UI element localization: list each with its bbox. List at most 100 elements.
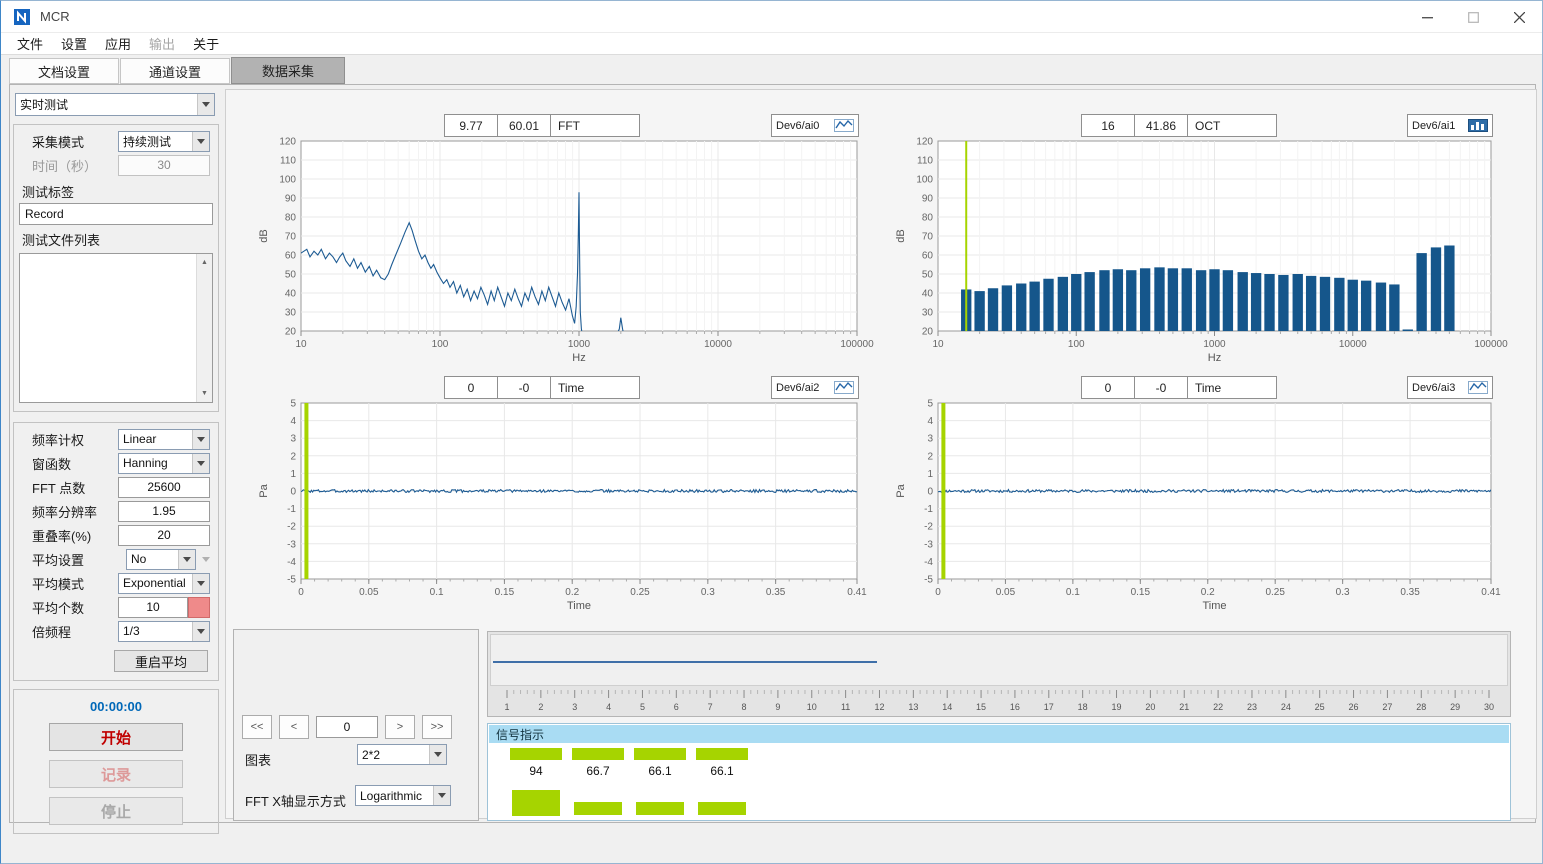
signal-bottom-bar bbox=[574, 802, 622, 815]
menu-output: 输出 bbox=[140, 32, 184, 55]
svg-text:0.1: 0.1 bbox=[1066, 587, 1080, 598]
chevron-down-icon bbox=[429, 745, 446, 764]
overlap-percent-label: 重叠率(%) bbox=[32, 526, 118, 545]
average-mode-row: 平均模式Exponential bbox=[16, 571, 216, 595]
acquisition-mode-label: 采集模式 bbox=[32, 132, 118, 151]
svg-text:19: 19 bbox=[1112, 702, 1122, 712]
svg-text:0: 0 bbox=[927, 487, 933, 498]
duration-seconds-row: 时间（秒）30 bbox=[16, 153, 216, 177]
file-list-caption: 测试文件列表 bbox=[22, 230, 214, 249]
chevron-down-icon bbox=[192, 454, 209, 473]
first-page-button[interactable]: << bbox=[242, 715, 272, 739]
analysis-settings-group: 频率计权Linear窗函数HanningFFT 点数25600频率分辨率1.95… bbox=[13, 422, 219, 681]
menu-settings[interactable]: 设置 bbox=[52, 32, 96, 55]
menu-file[interactable]: 文件 bbox=[8, 32, 52, 55]
octave-fraction-select[interactable]: 1/3 bbox=[118, 621, 210, 642]
svg-text:17: 17 bbox=[1044, 702, 1054, 712]
svg-text:-2: -2 bbox=[287, 522, 296, 533]
svg-text:40: 40 bbox=[922, 289, 934, 300]
last-page-button[interactable]: >> bbox=[422, 715, 452, 739]
svg-text:80: 80 bbox=[922, 213, 934, 224]
svg-text:0.15: 0.15 bbox=[495, 587, 515, 598]
prev-page-button[interactable]: < bbox=[279, 715, 309, 739]
elapsed-time: 00:00:00 bbox=[16, 699, 216, 714]
fft-points-row: FFT 点数25600 bbox=[16, 475, 216, 499]
signal-bottom-bar bbox=[636, 802, 684, 815]
fft-chart[interactable]: 2030405060708090100110120101001000100001… bbox=[233, 97, 889, 367]
svg-text:50: 50 bbox=[922, 270, 934, 281]
minimize-icon[interactable] bbox=[1404, 1, 1450, 33]
tab-document-settings[interactable]: 文档设置 bbox=[9, 58, 119, 84]
scroll-down-icon[interactable]: ▼ bbox=[197, 386, 212, 401]
test-label-caption: 测试标签 bbox=[22, 182, 214, 201]
title-bar: MCR bbox=[1, 1, 1542, 33]
time-chart-ai3[interactable]: -5-4-3-2-101234500.050.10.150.20.250.30.… bbox=[870, 359, 1526, 621]
svg-text:21: 21 bbox=[1179, 702, 1189, 712]
average-mode-select[interactable]: Exponential bbox=[118, 573, 210, 594]
svg-text:28: 28 bbox=[1416, 702, 1426, 712]
chart-layout-select[interactable]: 2*2 bbox=[357, 744, 447, 765]
svg-text:0.25: 0.25 bbox=[630, 587, 650, 598]
fft-points-label: FFT 点数 bbox=[32, 478, 118, 497]
svg-text:15: 15 bbox=[976, 702, 986, 712]
time-chart-ai2[interactable]: -5-4-3-2-101234500.050.10.150.20.250.30.… bbox=[233, 359, 889, 621]
test-type-select[interactable]: 实时测试 bbox=[15, 93, 215, 116]
svg-text:0.35: 0.35 bbox=[1400, 587, 1420, 598]
menu-apply[interactable]: 应用 bbox=[96, 32, 140, 55]
menu-about[interactable]: 关于 bbox=[184, 32, 228, 55]
window-function-select[interactable]: Hanning bbox=[118, 453, 210, 474]
scroll-up-icon[interactable]: ▲ bbox=[197, 255, 212, 270]
svg-text:0.35: 0.35 bbox=[766, 587, 786, 598]
acquisition-mode-select[interactable]: 持续测试 bbox=[118, 131, 210, 152]
start-button[interactable]: 开始 bbox=[49, 723, 183, 751]
app-window: MCR 文件设置应用输出关于 文档设置通道设置数据采集 实时测试 采集模式持续测… bbox=[0, 0, 1543, 864]
svg-text:-4: -4 bbox=[287, 557, 296, 568]
maximize-icon[interactable] bbox=[1450, 1, 1496, 33]
svg-text:22: 22 bbox=[1213, 702, 1223, 712]
timeline-strip[interactable]: 1234567891011121314151617181920212223242… bbox=[487, 631, 1511, 717]
svg-text:100: 100 bbox=[1068, 339, 1085, 350]
page-number-input[interactable]: 0 bbox=[316, 716, 378, 738]
frequency-resolution-input[interactable]: 1.95 bbox=[118, 501, 210, 522]
svg-text:70: 70 bbox=[285, 232, 297, 243]
duration-seconds-label: 时间（秒） bbox=[32, 156, 118, 175]
svg-text:-1: -1 bbox=[924, 504, 933, 515]
svg-text:70: 70 bbox=[922, 232, 934, 243]
test-label-input[interactable]: Record bbox=[19, 203, 213, 225]
scrollbar[interactable]: ▲ ▼ bbox=[196, 254, 212, 402]
svg-text:5: 5 bbox=[640, 702, 645, 712]
signal-level-value: 94 bbox=[510, 764, 562, 778]
acquisition-mode-row: 采集模式持续测试 bbox=[16, 129, 216, 153]
octave-fraction-row: 倍频程1/3 bbox=[16, 619, 216, 643]
svg-text:0: 0 bbox=[935, 587, 941, 598]
svg-text:13: 13 bbox=[908, 702, 918, 712]
svg-text:1: 1 bbox=[504, 702, 509, 712]
window-function-row: 窗函数Hanning bbox=[16, 451, 216, 475]
frequency-weighting-select[interactable]: Linear bbox=[118, 429, 210, 450]
timeline-ruler: 1234567891011121314151617181920212223242… bbox=[490, 688, 1506, 716]
sidebar: 实时测试 采集模式持续测试时间（秒）30 测试标签 Record 测试文件列表 … bbox=[13, 93, 219, 834]
chevron-down-icon bbox=[192, 574, 209, 593]
octave-fraction-select-value: 1/3 bbox=[119, 624, 192, 638]
svg-text:1000: 1000 bbox=[568, 339, 591, 350]
average-setting-select[interactable]: No bbox=[126, 549, 196, 570]
svg-text:18: 18 bbox=[1078, 702, 1088, 712]
test-file-list[interactable]: ▲ ▼ bbox=[19, 253, 213, 403]
average-setting-row: 平均设置No bbox=[16, 547, 216, 571]
tab-channel-settings[interactable]: 通道设置 bbox=[120, 58, 230, 84]
octave-chart[interactable]: 2030405060708090100110120101001000100001… bbox=[870, 97, 1526, 367]
timeline-track[interactable] bbox=[490, 634, 1508, 686]
svg-text:100: 100 bbox=[279, 175, 296, 186]
chevron-down-icon bbox=[192, 132, 209, 151]
average-count-input[interactable]: 10 bbox=[118, 597, 188, 618]
svg-text:80: 80 bbox=[285, 213, 297, 224]
fft-axis-select[interactable]: Logarithmic bbox=[355, 785, 451, 806]
overlap-percent-input[interactable]: 20 bbox=[118, 525, 210, 546]
close-icon[interactable] bbox=[1496, 1, 1542, 33]
svg-text:50: 50 bbox=[285, 270, 297, 281]
fft-points-input[interactable]: 25600 bbox=[118, 477, 210, 498]
next-page-button[interactable]: > bbox=[385, 715, 415, 739]
restart-average-button[interactable]: 重启平均 bbox=[114, 650, 208, 672]
tab-data-acquisition[interactable]: 数据采集 bbox=[231, 57, 345, 84]
svg-text:29: 29 bbox=[1450, 702, 1460, 712]
